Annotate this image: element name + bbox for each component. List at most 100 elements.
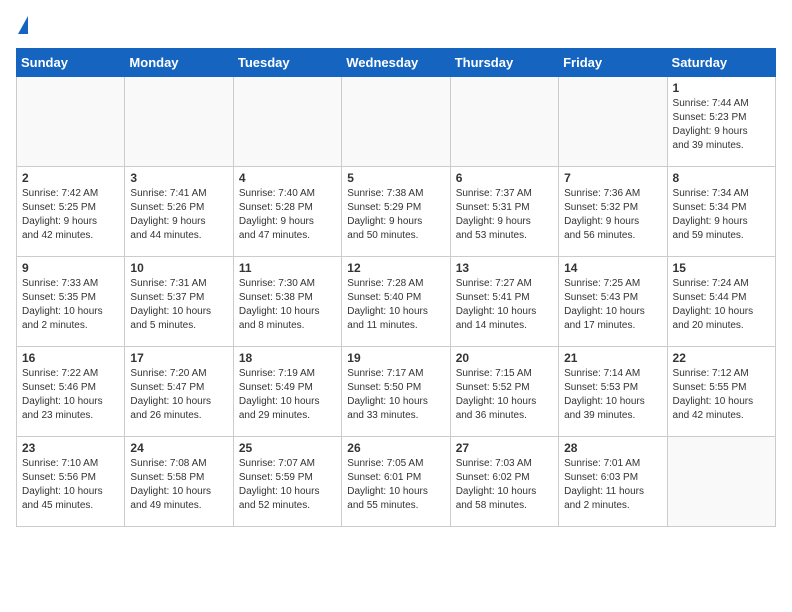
day-info: Sunrise: 7:07 AM Sunset: 5:59 PM Dayligh… [239,457,336,513]
calendar-cell: 18 Sunrise: 7:19 AM Sunset: 5:49 PM Dayli… [233,347,341,437]
day-info: Sunrise: 7:08 AM Sunset: 5:58 PM Dayligh… [130,457,227,513]
calendar-cell: 2 Sunrise: 7:42 AM Sunset: 5:25 PM Daylig… [17,167,125,257]
calendar-cell: 28 Sunrise: 7:01 AM Sunset: 6:03 PM Dayli… [559,437,667,527]
calendar-cell: 16 Sunrise: 7:22 AM Sunset: 5:46 PM Dayli… [17,347,125,437]
calendar-cell: 6 Sunrise: 7:37 AM Sunset: 5:31 PM Daylig… [450,167,558,257]
calendar-cell [125,77,233,167]
calendar-cell: 1Sunrise: 7:44 AM Sunset: 5:23 PM Daylig… [667,77,775,167]
calendar-cell: 20 Sunrise: 7:15 AM Sunset: 5:52 PM Dayli… [450,347,558,437]
day-number: 9 [22,261,119,275]
day-info: Sunrise: 7:40 AM Sunset: 5:28 PM Dayligh… [239,187,336,243]
day-info: Sunrise: 7:01 AM Sunset: 6:03 PM Dayligh… [564,457,661,513]
calendar-table: SundayMondayTuesdayWednesdayThursdayFrid… [16,48,776,527]
calendar-cell [233,77,341,167]
day-info: Sunrise: 7:33 AM Sunset: 5:35 PM Dayligh… [22,277,119,333]
day-info: Sunrise: 7:22 AM Sunset: 5:46 PM Dayligh… [22,367,119,423]
calendar-cell: 23 Sunrise: 7:10 AM Sunset: 5:56 PM Dayli… [17,437,125,527]
day-number: 26 [347,441,444,455]
day-number: 2 [22,171,119,185]
day-number: 24 [130,441,227,455]
calendar-week-row: 9 Sunrise: 7:33 AM Sunset: 5:35 PM Daylig… [17,257,776,347]
calendar-header-row: SundayMondayTuesdayWednesdayThursdayFrid… [17,49,776,77]
day-number: 17 [130,351,227,365]
calendar-week-row: 1Sunrise: 7:44 AM Sunset: 5:23 PM Daylig… [17,77,776,167]
day-info: Sunrise: 7:17 AM Sunset: 5:50 PM Dayligh… [347,367,444,423]
day-info: Sunrise: 7:12 AM Sunset: 5:55 PM Dayligh… [673,367,770,423]
calendar-cell: 12 Sunrise: 7:28 AM Sunset: 5:40 PM Dayli… [342,257,450,347]
day-info: Sunrise: 7:10 AM Sunset: 5:56 PM Dayligh… [22,457,119,513]
page-header [16,16,776,36]
calendar-week-row: 16 Sunrise: 7:22 AM Sunset: 5:46 PM Dayli… [17,347,776,437]
day-number: 1 [673,81,770,95]
weekday-header: Friday [559,49,667,77]
day-number: 3 [130,171,227,185]
day-number: 18 [239,351,336,365]
calendar-cell: 22 Sunrise: 7:12 AM Sunset: 5:55 PM Dayli… [667,347,775,437]
day-info: Sunrise: 7:42 AM Sunset: 5:25 PM Dayligh… [22,187,119,243]
day-number: 23 [22,441,119,455]
weekday-header: Sunday [17,49,125,77]
calendar-cell: 10 Sunrise: 7:31 AM Sunset: 5:37 PM Dayli… [125,257,233,347]
calendar-cell: 14 Sunrise: 7:25 AM Sunset: 5:43 PM Dayli… [559,257,667,347]
day-info: Sunrise: 7:41 AM Sunset: 5:26 PM Dayligh… [130,187,227,243]
calendar-cell: 3 Sunrise: 7:41 AM Sunset: 5:26 PM Daylig… [125,167,233,257]
day-number: 6 [456,171,553,185]
day-info: Sunrise: 7:24 AM Sunset: 5:44 PM Dayligh… [673,277,770,333]
day-info: Sunrise: 7:15 AM Sunset: 5:52 PM Dayligh… [456,367,553,423]
day-info: Sunrise: 7:37 AM Sunset: 5:31 PM Dayligh… [456,187,553,243]
day-number: 19 [347,351,444,365]
calendar-cell [17,77,125,167]
day-number: 4 [239,171,336,185]
calendar-cell: 21 Sunrise: 7:14 AM Sunset: 5:53 PM Dayli… [559,347,667,437]
calendar-cell: 26 Sunrise: 7:05 AM Sunset: 6:01 PM Dayli… [342,437,450,527]
day-info: Sunrise: 7:36 AM Sunset: 5:32 PM Dayligh… [564,187,661,243]
calendar-cell: 27 Sunrise: 7:03 AM Sunset: 6:02 PM Dayli… [450,437,558,527]
day-number: 7 [564,171,661,185]
weekday-header: Tuesday [233,49,341,77]
day-info: Sunrise: 7:03 AM Sunset: 6:02 PM Dayligh… [456,457,553,513]
day-info: Sunrise: 7:31 AM Sunset: 5:37 PM Dayligh… [130,277,227,333]
day-number: 11 [239,261,336,275]
weekday-header: Wednesday [342,49,450,77]
logo [16,16,28,36]
calendar-cell: 17 Sunrise: 7:20 AM Sunset: 5:47 PM Dayli… [125,347,233,437]
calendar-cell: 19 Sunrise: 7:17 AM Sunset: 5:50 PM Dayli… [342,347,450,437]
day-info: Sunrise: 7:34 AM Sunset: 5:34 PM Dayligh… [673,187,770,243]
day-info: Sunrise: 7:20 AM Sunset: 5:47 PM Dayligh… [130,367,227,423]
day-number: 10 [130,261,227,275]
calendar-cell [559,77,667,167]
calendar-cell: 11Sunrise: 7:30 AM Sunset: 5:38 PM Dayli… [233,257,341,347]
day-number: 21 [564,351,661,365]
calendar-cell [667,437,775,527]
weekday-header: Monday [125,49,233,77]
day-number: 14 [564,261,661,275]
day-info: Sunrise: 7:28 AM Sunset: 5:40 PM Dayligh… [347,277,444,333]
day-number: 13 [456,261,553,275]
day-number: 28 [564,441,661,455]
calendar-cell: 25Sunrise: 7:07 AM Sunset: 5:59 PM Dayli… [233,437,341,527]
calendar-week-row: 23 Sunrise: 7:10 AM Sunset: 5:56 PM Dayli… [17,437,776,527]
calendar-week-row: 2 Sunrise: 7:42 AM Sunset: 5:25 PM Daylig… [17,167,776,257]
logo-triangle-icon [18,16,28,34]
day-number: 16 [22,351,119,365]
calendar-cell: 5 Sunrise: 7:38 AM Sunset: 5:29 PM Daylig… [342,167,450,257]
calendar-cell [342,77,450,167]
weekday-header: Saturday [667,49,775,77]
weekday-header: Thursday [450,49,558,77]
day-info: Sunrise: 7:25 AM Sunset: 5:43 PM Dayligh… [564,277,661,333]
day-info: Sunrise: 7:19 AM Sunset: 5:49 PM Dayligh… [239,367,336,423]
day-number: 20 [456,351,553,365]
day-number: 12 [347,261,444,275]
calendar-cell: 15Sunrise: 7:24 AM Sunset: 5:44 PM Dayli… [667,257,775,347]
calendar-cell: 13Sunrise: 7:27 AM Sunset: 5:41 PM Dayli… [450,257,558,347]
day-info: Sunrise: 7:38 AM Sunset: 5:29 PM Dayligh… [347,187,444,243]
calendar-cell: 7 Sunrise: 7:36 AM Sunset: 5:32 PM Daylig… [559,167,667,257]
calendar-cell: 8 Sunrise: 7:34 AM Sunset: 5:34 PM Daylig… [667,167,775,257]
day-number: 22 [673,351,770,365]
day-number: 27 [456,441,553,455]
day-number: 5 [347,171,444,185]
calendar-cell: 4 Sunrise: 7:40 AM Sunset: 5:28 PM Daylig… [233,167,341,257]
day-info: Sunrise: 7:05 AM Sunset: 6:01 PM Dayligh… [347,457,444,513]
day-info: Sunrise: 7:14 AM Sunset: 5:53 PM Dayligh… [564,367,661,423]
day-number: 8 [673,171,770,185]
